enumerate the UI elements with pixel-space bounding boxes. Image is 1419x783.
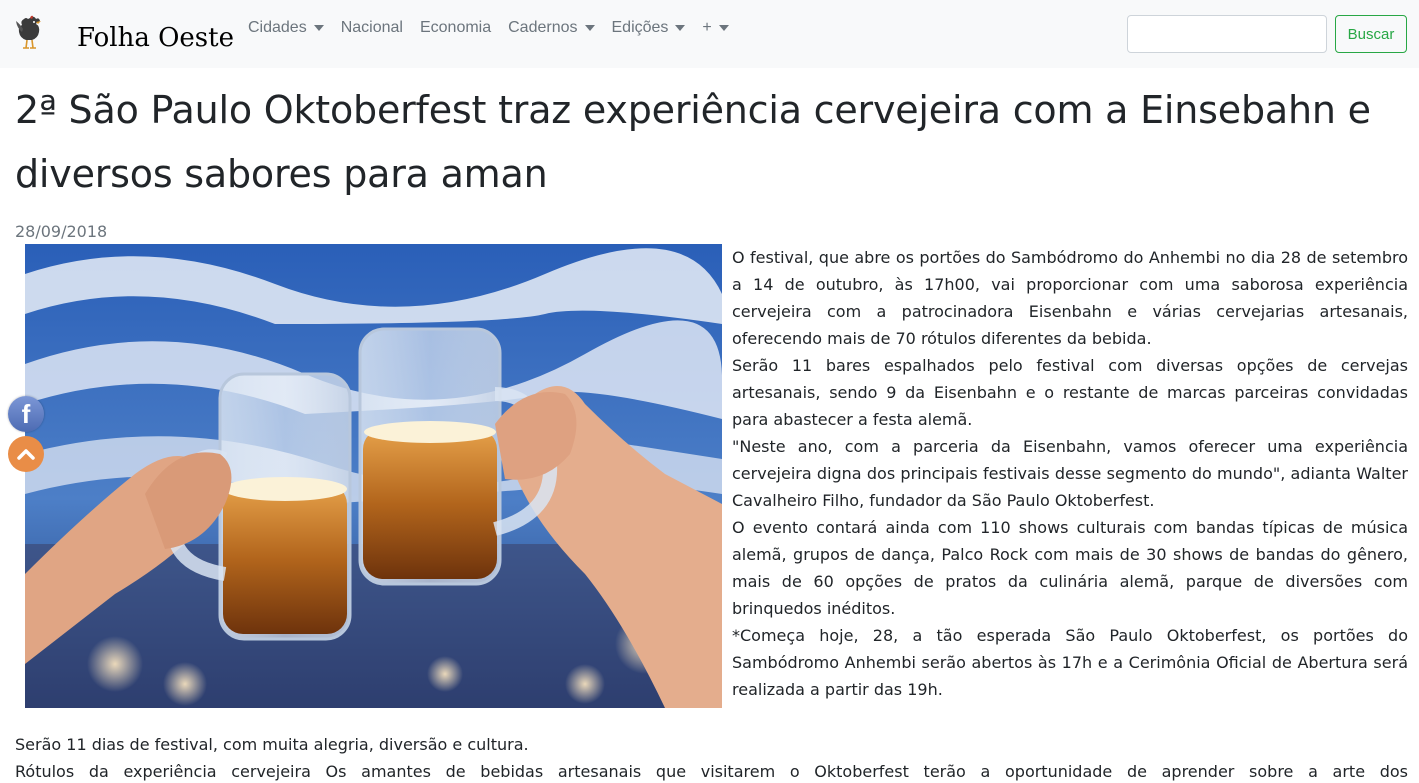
brand-name[interactable]: Folha Oeste	[77, 20, 234, 56]
search-button[interactable]: Buscar	[1335, 15, 1407, 53]
main-nav: Cidades Nacional Economia Cadernos Ediçõ…	[248, 14, 746, 42]
nav-item-label: Edições	[611, 19, 669, 36]
search-input[interactable]	[1127, 15, 1327, 53]
facebook-icon[interactable]: f	[8, 396, 44, 432]
article-paragraph: Serão 11 dias de festival, com muita ale…	[15, 735, 529, 754]
nav-item-label: Nacional	[340, 19, 403, 36]
caret-down-icon	[313, 25, 324, 31]
chevron-up-icon[interactable]	[8, 436, 44, 472]
nav-item-label: +	[702, 19, 712, 36]
nav-item-nacional[interactable]: Nacional	[341, 19, 403, 37]
nav-item-label: Economia	[419, 19, 492, 36]
article-body: O festival, que abre os portões do Sambó…	[732, 244, 1408, 703]
nav-item-cadernos[interactable]: Cadernos	[508, 19, 595, 37]
article-paragraph: *Começa hoje, 28, a tão esperada São Pau…	[732, 626, 1408, 699]
nav-item-edicoes[interactable]: Edições	[612, 19, 686, 37]
article-paragraph: "Neste ano, com a parceria da Eisenbahn,…	[732, 437, 1408, 510]
article-paragraph: O evento contará ainda com 110 shows cul…	[732, 518, 1408, 618]
nav-item-label: Cidades	[248, 19, 307, 36]
top-navbar: Folha Oeste Cidades Nacional Economia Ca…	[0, 0, 1419, 68]
article-paragraph: Serão 11 bares espalhados pelo festival …	[732, 356, 1408, 429]
nav-item-more[interactable]: +	[702, 19, 729, 37]
nav-item-cidades[interactable]: Cidades	[248, 19, 324, 37]
article-paragraph: O festival, que abre os portões do Sambó…	[732, 248, 1408, 348]
article-title: 2ª São Paulo Oktoberfest traz experiênci…	[15, 88, 1371, 196]
article-paragraph: Rótulos da experiência cervejeira Os ama…	[15, 762, 1408, 781]
caret-down-icon	[675, 25, 686, 31]
rooster-icon[interactable]	[14, 14, 48, 52]
caret-down-icon	[718, 25, 729, 31]
nav-item-label: Cadernos	[508, 19, 578, 36]
article-body-continued: Serão 11 dias de festival, com muita ale…	[15, 731, 1408, 783]
caret-down-icon	[584, 25, 595, 31]
article-date: 28/09/2018	[15, 222, 108, 241]
article-photo	[25, 244, 722, 708]
nav-item-economia[interactable]: Economia	[420, 19, 491, 37]
